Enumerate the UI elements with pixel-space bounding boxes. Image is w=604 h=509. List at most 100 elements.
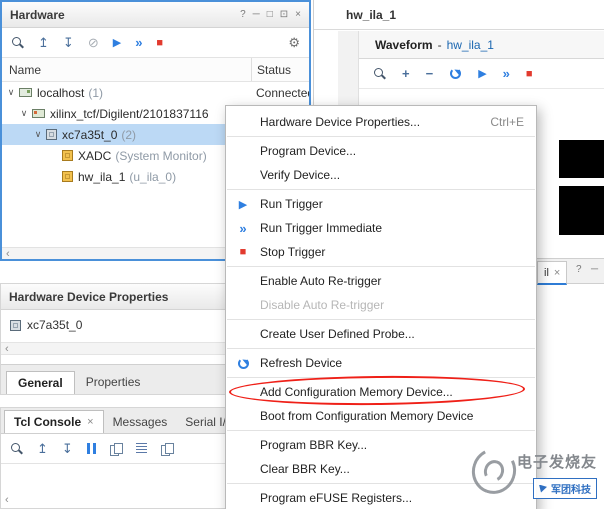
expand-all-icon[interactable]: ↧ <box>63 35 74 51</box>
tab-messages[interactable]: Messages <box>104 410 177 433</box>
chevron-down-icon[interactable]: ∨ <box>18 108 30 119</box>
menu-item-program-device[interactable]: Program Device... <box>226 139 536 163</box>
scroll-left-icon[interactable]: ‹ <box>5 494 9 506</box>
expand-all-icon[interactable]: ↧ <box>62 441 73 457</box>
search-icon[interactable] <box>373 67 386 80</box>
tree-label: hw_ila_1 <box>78 169 126 184</box>
waveform-display[interactable] <box>559 186 604 235</box>
tree-row-localhost[interactable]: ∨ localhost (1) Connected <box>2 82 309 103</box>
tab-label: il <box>544 266 549 279</box>
stop-trigger-icon[interactable]: ■ <box>156 37 163 49</box>
menu-item-label: Disable Auto Re-trigger <box>260 298 385 312</box>
float-icon[interactable]: □ <box>267 9 273 20</box>
menu-item-hardware-device-properties[interactable]: Hardware Device Properties... Ctrl+E <box>226 110 536 134</box>
menu-item-run-trigger-immediate[interactable]: » Run Trigger Immediate <box>226 216 536 240</box>
scroll-left-icon[interactable]: ‹ <box>5 343 9 355</box>
collapse-all-icon[interactable]: ↥ <box>38 35 49 51</box>
search-icon[interactable] <box>11 36 24 49</box>
tab-truncated[interactable]: il × <box>537 261 568 285</box>
menu-item-label: Add Configuration Memory Device... <box>260 385 453 399</box>
tab-label: Tcl Console <box>14 415 82 429</box>
close-icon[interactable]: × <box>87 411 93 433</box>
menu-item-label: Clear BBR Key... <box>260 462 350 476</box>
menu-shortcut: Ctrl+E <box>490 115 524 129</box>
tree-header: Name Status <box>2 58 309 82</box>
chevron-down-icon[interactable]: ∨ <box>5 87 17 98</box>
menu-separator <box>227 136 535 137</box>
tree-label-suffix: (u_ila_0) <box>129 169 177 184</box>
menu-item-enable-auto-retrigger[interactable]: Enable Auto Re-trigger <box>226 269 536 293</box>
menu-item-create-user-defined-probe[interactable]: Create User Defined Probe... <box>226 322 536 346</box>
chevron-down-icon[interactable]: ∨ <box>32 129 44 140</box>
column-name[interactable]: Name <box>9 63 41 77</box>
help-icon[interactable]: ? <box>240 9 246 20</box>
hardware-toolbar: ↥ ↧ ⊘ ▶ » ■ ⚙ <box>2 28 309 58</box>
menu-item-label: Run Trigger <box>260 197 323 211</box>
tree-label: xilinx_tcf/Digilent/2101837116 <box>50 106 209 121</box>
minimize-icon[interactable]: ─ <box>253 9 260 20</box>
column-status[interactable]: Status <box>251 58 308 81</box>
core-chip-icon <box>62 171 73 182</box>
run-trigger-icon[interactable]: ▶ <box>113 36 121 49</box>
menu-item-label: Stop Trigger <box>260 245 326 259</box>
run-trigger-immediate-icon: » <box>239 220 247 236</box>
menu-item-disable-auto-retrigger: Disable Auto Re-trigger <box>226 293 536 317</box>
menu-item-verify-device[interactable]: Verify Device... <box>226 163 536 187</box>
hardware-panel-titlebar: Hardware ? ─ □ ⊡ × <box>2 2 309 28</box>
menu-item-label: Enable Auto Re-trigger <box>260 274 382 288</box>
refresh-icon <box>234 357 252 370</box>
watermark-badge-icon <box>539 484 547 493</box>
menu-separator <box>227 319 535 320</box>
minimize-icon[interactable]: ─ <box>591 264 598 275</box>
tree-label-suffix: (System Monitor) <box>115 148 207 163</box>
tree-label-suffix: (2) <box>121 127 137 142</box>
status-value: Connected <box>256 85 309 100</box>
tree-label: xc7a35t_0 <box>62 127 118 142</box>
disconnect-icon[interactable]: ⊘ <box>88 35 99 51</box>
maximize-icon[interactable]: ⊡ <box>280 9 288 20</box>
run-trigger-immediate-icon[interactable]: » <box>135 35 142 50</box>
duplicate-icon[interactable] <box>160 442 174 456</box>
stop-trigger-icon: ■ <box>239 246 247 258</box>
menu-item-run-trigger[interactable]: ▶ Run Trigger <box>226 192 536 216</box>
collapse-all-icon[interactable]: ↥ <box>37 441 48 457</box>
waveform-display[interactable] <box>559 140 604 178</box>
scroll-left-icon[interactable]: ‹ <box>6 248 10 260</box>
menu-item-boot-from-configuration-memory-device[interactable]: Boot from Configuration Memory Device <box>226 404 536 428</box>
help-icon[interactable]: ? <box>576 264 582 275</box>
tab-properties[interactable]: Properties <box>75 371 152 394</box>
refresh-icon[interactable] <box>449 67 462 80</box>
menu-item-label: Program eFUSE Registers... <box>260 491 413 505</box>
search-icon[interactable] <box>10 442 23 455</box>
tab-tcl-console[interactable]: Tcl Console × <box>4 410 104 433</box>
toggle-lines-icon[interactable] <box>135 443 147 454</box>
close-icon[interactable]: × <box>295 9 301 20</box>
tree-label: XADC <box>78 148 112 163</box>
tree-label-suffix: (1) <box>88 85 104 100</box>
settings-gear-icon[interactable]: ⚙ <box>288 35 300 51</box>
tab-general[interactable]: General <box>6 371 75 394</box>
tree-label: localhost <box>37 85 85 100</box>
stop-trigger-icon[interactable]: ■ <box>526 68 533 80</box>
watermark-badge-text: 军团科技 <box>551 485 591 496</box>
device-properties-title: Hardware Device Properties <box>9 289 169 304</box>
device-name: xc7a35t_0 <box>27 318 83 332</box>
pause-icon[interactable] <box>86 443 96 454</box>
menu-item-stop-trigger[interactable]: ■ Stop Trigger <box>226 240 536 264</box>
waveform-toolbar: + − ▶ » ■ <box>359 59 604 89</box>
watermark-badge: 军团科技 <box>533 478 597 499</box>
waveform-target-link[interactable]: hw_ila_1 <box>447 38 494 52</box>
menu-item-label: Program Device... <box>260 144 357 158</box>
zoom-out-icon[interactable]: − <box>426 66 434 81</box>
menu-item-refresh-device[interactable]: Refresh Device <box>226 351 536 375</box>
copy-icon[interactable] <box>109 442 123 456</box>
close-icon[interactable]: × <box>554 267 560 279</box>
hardware-panel-title: Hardware <box>10 7 65 22</box>
run-trigger-immediate-icon[interactable]: » <box>503 66 510 81</box>
run-trigger-icon[interactable]: ▶ <box>478 67 486 80</box>
zoom-in-icon[interactable]: + <box>402 66 410 81</box>
menu-separator <box>227 377 535 378</box>
localhost-icon <box>19 88 32 97</box>
menu-item-add-configuration-memory-device[interactable]: Add Configuration Memory Device... <box>226 380 536 404</box>
watermark-text: 电子发烧友 <box>517 454 598 471</box>
